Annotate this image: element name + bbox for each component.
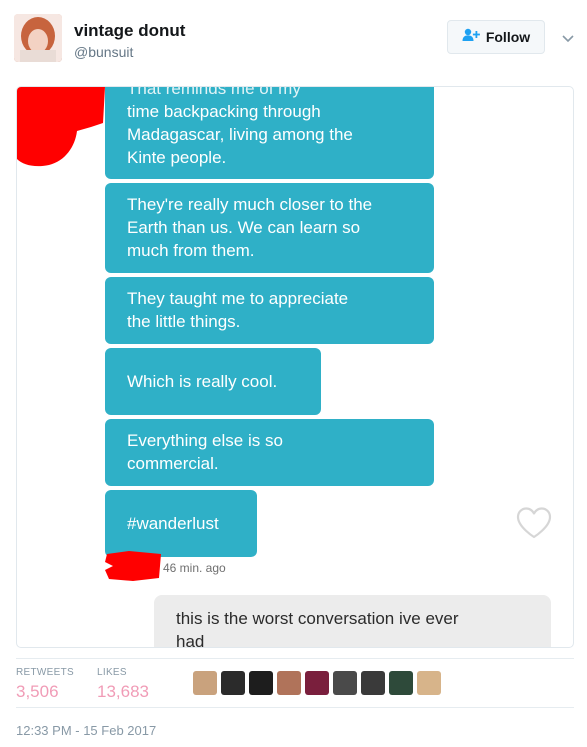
liker-avatar[interactable] [277, 671, 301, 695]
tweet-header: vintage donut @bunsuit Follow [0, 0, 587, 80]
message-line: That reminds me of my [127, 86, 301, 98]
message-line: had [176, 632, 205, 648]
message-line: #wanderlust [127, 514, 219, 533]
message-line: Kinte people. [127, 148, 227, 167]
message-line: Everything else is so [127, 431, 283, 450]
redaction-mark [105, 551, 161, 581]
retweets-stat[interactable]: RETWEETS 3,506 [16, 667, 74, 702]
redaction-mark [17, 87, 105, 167]
retweets-label: RETWEETS [16, 667, 74, 678]
tweet-media-screenshot[interactable]: That reminds me of my time backpacking t… [16, 86, 574, 648]
liker-avatars [193, 671, 441, 695]
liker-avatar[interactable] [389, 671, 413, 695]
likes-count: 13,683 [97, 682, 149, 701]
message-bubble: #wanderlust [105, 490, 257, 557]
reply-bubble: this is the worst conversation ive ever … [154, 595, 551, 648]
message-time: 46 min. ago [163, 561, 226, 575]
retweets-count: 3,506 [16, 682, 59, 701]
message-bubble: Everything else is so commercial. [105, 419, 434, 486]
divider [16, 658, 574, 659]
add-user-icon [462, 28, 480, 47]
liker-avatar[interactable] [305, 671, 329, 695]
liker-avatar[interactable] [221, 671, 245, 695]
message-line: much from them. [127, 241, 255, 260]
likes-label: LIKES [97, 667, 127, 678]
heart-icon[interactable] [515, 506, 553, 545]
message-line: Madagascar, living among the [127, 125, 353, 144]
message-line: They taught me to appreciate [127, 289, 349, 308]
liker-avatar[interactable] [361, 671, 385, 695]
message-bubble: That reminds me of my time backpacking t… [105, 86, 434, 179]
message-line: time backpacking through [127, 102, 321, 121]
author-handle[interactable]: @bunsuit [74, 44, 133, 60]
message-bubble: They taught me to appreciate the little … [105, 277, 434, 344]
message-line: commercial. [127, 454, 219, 473]
follow-label: Follow [485, 29, 531, 45]
message-line: Which is really cool. [127, 372, 278, 391]
message-line: Earth than us. We can learn so [127, 218, 361, 237]
message-line: the little things. [127, 312, 241, 331]
liker-avatar[interactable] [333, 671, 357, 695]
author-name[interactable]: vintage donut [74, 21, 185, 41]
message-line: this is the worst conversation ive ever [176, 609, 459, 628]
liker-avatar[interactable] [249, 671, 273, 695]
divider [16, 707, 574, 708]
avatar[interactable] [14, 14, 62, 62]
message-bubble: They're really much closer to the Earth … [105, 183, 434, 273]
message-bubble: Which is really cool. [105, 348, 321, 415]
likes-stat[interactable]: LIKES 13,683 [97, 667, 149, 702]
chevron-down-icon[interactable] [562, 30, 574, 48]
liker-avatar[interactable] [193, 671, 217, 695]
follow-button[interactable]: Follow [447, 20, 545, 54]
tweet-timestamp[interactable]: 12:33 PM - 15 Feb 2017 [16, 723, 156, 738]
message-line: They're really much closer to the [127, 195, 373, 214]
liker-avatar[interactable] [417, 671, 441, 695]
